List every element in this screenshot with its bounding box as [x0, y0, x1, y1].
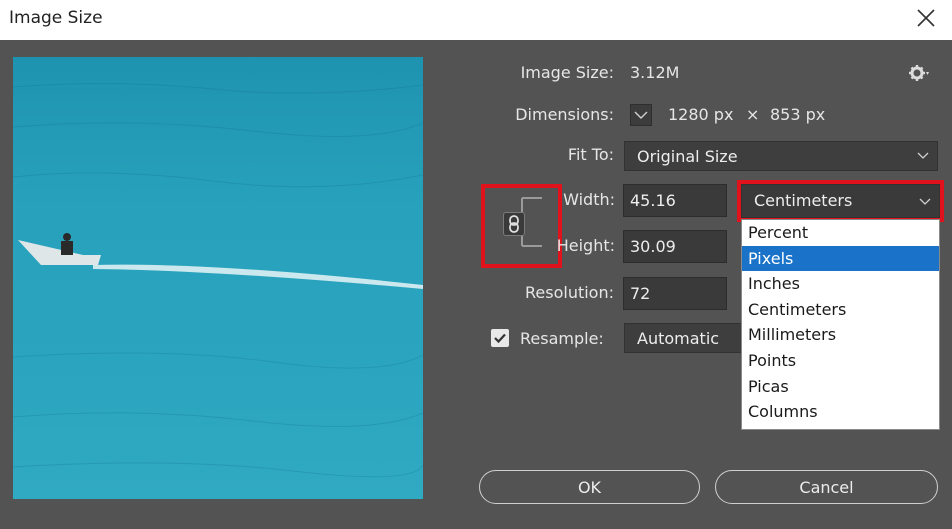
height-value: 30.09 — [630, 237, 676, 256]
title-bar: Image Size — [0, 0, 952, 40]
width-unit-value: Centimeters — [754, 191, 853, 210]
image-preview — [13, 57, 423, 499]
width-label: Width: — [563, 190, 615, 209]
unit-option-columns[interactable]: Columns — [742, 399, 939, 425]
unit-dropdown-list: Percent Pixels Inches Centimeters Millim… — [741, 219, 940, 430]
dimensions-separator: × — [746, 105, 760, 124]
width-input[interactable]: 45.16 — [623, 184, 727, 217]
resample-select[interactable]: Automatic — [624, 323, 742, 353]
image-size-value: 3.12M — [630, 63, 680, 82]
link-icon[interactable] — [503, 212, 525, 236]
height-label: Height: — [556, 236, 615, 255]
resolution-value: 72 — [630, 284, 651, 303]
cancel-button[interactable]: Cancel — [715, 470, 938, 504]
unit-option-millimeters[interactable]: Millimeters — [742, 322, 939, 348]
unit-option-centimeters[interactable]: Centimeters — [742, 297, 939, 323]
dimensions-height: 853 px — [770, 105, 826, 124]
fit-to-label: Fit To: — [567, 145, 614, 164]
resample-label: Resample: — [520, 329, 604, 348]
width-value: 45.16 — [630, 191, 676, 210]
width-unit-select[interactable]: Centimeters — [741, 184, 940, 218]
resolution-label: Resolution: — [525, 283, 614, 302]
dimensions-label: Dimensions: — [515, 105, 614, 124]
ok-button[interactable]: OK — [479, 470, 700, 504]
fit-to-select[interactable]: Original Size — [624, 141, 938, 171]
unit-option-points[interactable]: Points — [742, 348, 939, 374]
unit-option-inches[interactable]: Inches — [742, 271, 939, 297]
window-title: Image Size — [9, 8, 103, 28]
checkmark-icon — [494, 333, 506, 344]
fit-to-value: Original Size — [637, 147, 738, 166]
resample-checkbox[interactable] — [491, 329, 509, 347]
dimensions-width: 1280 px — [668, 105, 734, 124]
chevron-down-icon — [917, 144, 929, 177]
dimensions-dropdown-toggle[interactable] — [630, 104, 652, 126]
resolution-input[interactable]: 72 — [623, 277, 727, 310]
boat — [18, 233, 101, 265]
chevron-down-icon — [634, 111, 648, 119]
unit-option-percent[interactable]: Percent — [742, 220, 939, 246]
boat-wake — [93, 264, 423, 289]
gear-icon[interactable] — [908, 63, 930, 83]
image-size-label: Image Size: — [520, 63, 614, 82]
close-icon[interactable] — [914, 6, 938, 30]
unit-option-picas[interactable]: Picas — [742, 374, 939, 400]
height-input[interactable]: 30.09 — [623, 230, 727, 263]
resample-value: Automatic — [637, 329, 720, 348]
unit-option-pixels[interactable]: Pixels — [742, 245, 939, 272]
